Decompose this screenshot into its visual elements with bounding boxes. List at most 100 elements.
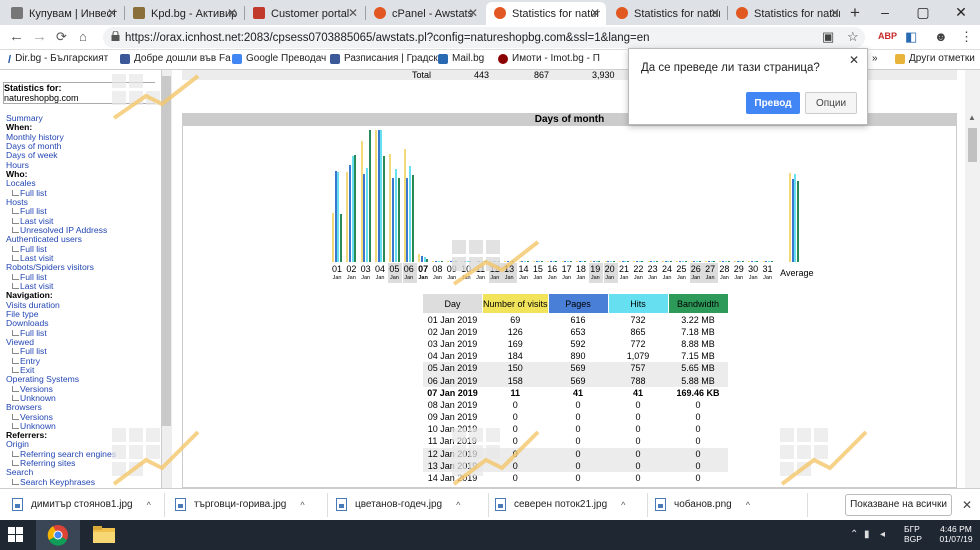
browser-tab[interactable]: Customer portal ✕ [245, 2, 364, 25]
day-tick-label: 05 [389, 264, 400, 274]
sidebar-subitem[interactable]: Last visit [6, 281, 116, 291]
sidebar-subitem[interactable]: Referring sites [6, 458, 116, 468]
language-indicator[interactable]: БГР BGP [904, 524, 928, 544]
sidebar-subitem[interactable]: Unknown [6, 393, 116, 403]
forward-icon[interactable]: → [32, 28, 47, 45]
download-item[interactable]: димитър стоянов1.jpg ^ [12, 498, 151, 511]
windows-start-icon[interactable] [8, 527, 24, 543]
bookmark-label: Добре дошли във Fa [134, 53, 231, 64]
browser-tab[interactable]: Statistics for nature ✕ [486, 2, 606, 25]
options-button[interactable]: Опции [805, 92, 857, 114]
cell-visits: 0 [512, 399, 518, 410]
adblock-icon[interactable]: ABP [878, 31, 897, 41]
show-all-button[interactable]: Показване на всички [845, 494, 952, 516]
table-row: 10 Jan 2019 0 0 0 0 [423, 423, 729, 435]
cell-day: 02 Jan 2019 [427, 326, 478, 337]
close-icon[interactable]: ✕ [107, 6, 117, 20]
translate-icon[interactable]: ▣ [822, 29, 834, 45]
translate-button[interactable]: Превод [746, 92, 800, 114]
download-separator [807, 493, 808, 517]
close-window-icon[interactable]: ✕ [942, 0, 980, 25]
bar-number-of-visits [575, 261, 578, 262]
table-body: 01 Jan 2019 69 616 732 3.22 MB 02 Jan 2019 126… [422, 314, 729, 485]
browser-toolbar: ← → ⟳ ⌂ https://orax.icnhost.net:2083/cp… [0, 25, 980, 50]
clock[interactable]: 4:46 PM 01/07/19 [931, 524, 980, 544]
sidebar-subitem[interactable]: Unresolved IP Address [6, 225, 116, 235]
close-icon[interactable]: ✕ [227, 6, 237, 20]
sidebar-subitem[interactable]: Search Keyphrases [6, 477, 116, 487]
chevron-up-icon[interactable]: ^ [300, 500, 304, 510]
bar-bandwidth [713, 261, 716, 262]
close-icon[interactable]: ✕ [468, 6, 478, 20]
new-tab-button[interactable]: + [850, 3, 860, 23]
minimize-icon[interactable]: – [866, 0, 904, 25]
day-tick-label: 04 [375, 264, 386, 274]
cell-pages: 592 [570, 338, 586, 349]
sidebar-subitem[interactable]: Exit [6, 365, 116, 375]
download-item[interactable]: цветанов-годеч.jpg ^ [336, 498, 460, 511]
chrome-taskbar-button[interactable] [36, 520, 80, 550]
browser-tab[interactable]: Купувам | Инвести ✕ [3, 2, 123, 25]
bookmark-schedules[interactable]: Разписания | Градск [330, 53, 438, 64]
chevron-up-icon[interactable]: ^ [746, 500, 750, 510]
download-item[interactable]: чобанов.png ^ [655, 498, 750, 511]
bar-bandwidth [670, 261, 673, 262]
browser-tab[interactable]: Statistics for nature ✕ [608, 2, 726, 25]
chevron-up-icon[interactable]: ⌃ [850, 529, 858, 540]
bar-hits [567, 261, 569, 262]
cell-visits: 158 [482, 374, 549, 387]
sidebar-subitem[interactable]: Full list [6, 328, 116, 338]
close-icon[interactable]: ✕ [849, 53, 859, 67]
close-icon[interactable]: ✕ [348, 6, 358, 20]
sidebar-subitem[interactable]: Last visit [6, 253, 116, 263]
sidebar-scroll-thumb[interactable] [162, 76, 171, 426]
bookmark-google-translate[interactable]: Google Преводач [232, 53, 326, 64]
table-row: 02 Jan 2019 126 653 865 7.18 MB [423, 326, 729, 338]
address-bar[interactable]: https://orax.icnhost.net:2083/cpsess0703… [103, 27, 865, 48]
bookmark-star-icon[interactable]: ☆ [847, 29, 859, 45]
table-row: 03 Jan 2019 169 592 772 8.88 MB [423, 338, 729, 350]
reload-icon[interactable]: ⟳ [56, 29, 67, 45]
file-explorer-taskbar-button[interactable] [82, 520, 126, 550]
sidebar-subitem[interactable]: Full list [6, 188, 116, 198]
bar-number-of-visits [676, 261, 679, 262]
bookmark-other[interactable]: Други отметки [895, 53, 975, 64]
bar-number-of-visits [748, 261, 751, 262]
download-item[interactable]: търговци-горива.jpg ^ [175, 498, 305, 511]
close-icon[interactable]: ✕ [830, 6, 840, 20]
bookmark-imot[interactable]: Имоти - Imot.bg - П [498, 53, 600, 64]
close-icon[interactable]: ✕ [590, 6, 600, 20]
chevron-up-icon[interactable]: ^ [147, 500, 151, 510]
bar-pages [535, 261, 538, 262]
menu-icon[interactable]: ⋮ [960, 29, 973, 45]
chevron-up-icon[interactable]: ^ [621, 500, 625, 510]
bookmark-facebook[interactable]: Добре дошли във Fa [120, 53, 231, 64]
browser-tab[interactable]: Kpd.bg - Активира ✕ [125, 2, 243, 25]
bookmark-mailbg[interactable]: Mail.bg [438, 53, 484, 64]
chevron-up-icon[interactable]: ^ [456, 500, 460, 510]
cell-pages: 0 [548, 447, 609, 460]
page-scroll-thumb[interactable] [968, 128, 977, 162]
day-tick-label: 03 [360, 264, 371, 274]
bookmark-dir[interactable]: / Dir.bg - Българският [8, 53, 108, 66]
close-icon[interactable]: ✕ [710, 6, 720, 20]
cell-day: 07 Jan 2019 [427, 387, 478, 398]
browser-tab[interactable]: Statistics for nature ✕ [728, 2, 846, 25]
cell-hits: 788 [608, 374, 669, 387]
bar-number-of-visits [561, 261, 564, 262]
download-item[interactable]: северен поток21.jpg ^ [495, 498, 625, 511]
maximize-icon[interactable]: ▢ [904, 0, 942, 25]
cell-hits: 0 [635, 436, 641, 447]
cpanel-icon [374, 7, 386, 19]
volume-icon[interactable]: ◂ [880, 529, 885, 540]
browser-tab[interactable]: cPanel - Awstats ✕ [366, 2, 484, 25]
close-icon[interactable]: ✕ [962, 498, 972, 512]
more-bookmarks-button[interactable]: » [872, 53, 878, 64]
extension-icon[interactable]: ◧ [905, 29, 917, 45]
network-icon[interactable]: ▮ [864, 529, 870, 540]
home-icon[interactable]: ⌂ [79, 29, 87, 44]
scroll-up-icon[interactable]: ▲ [968, 113, 976, 122]
back-icon[interactable]: ← [9, 28, 24, 45]
sidebar-subitem[interactable]: Unknown [6, 421, 116, 431]
profile-icon[interactable]: ☻ [934, 29, 948, 44]
